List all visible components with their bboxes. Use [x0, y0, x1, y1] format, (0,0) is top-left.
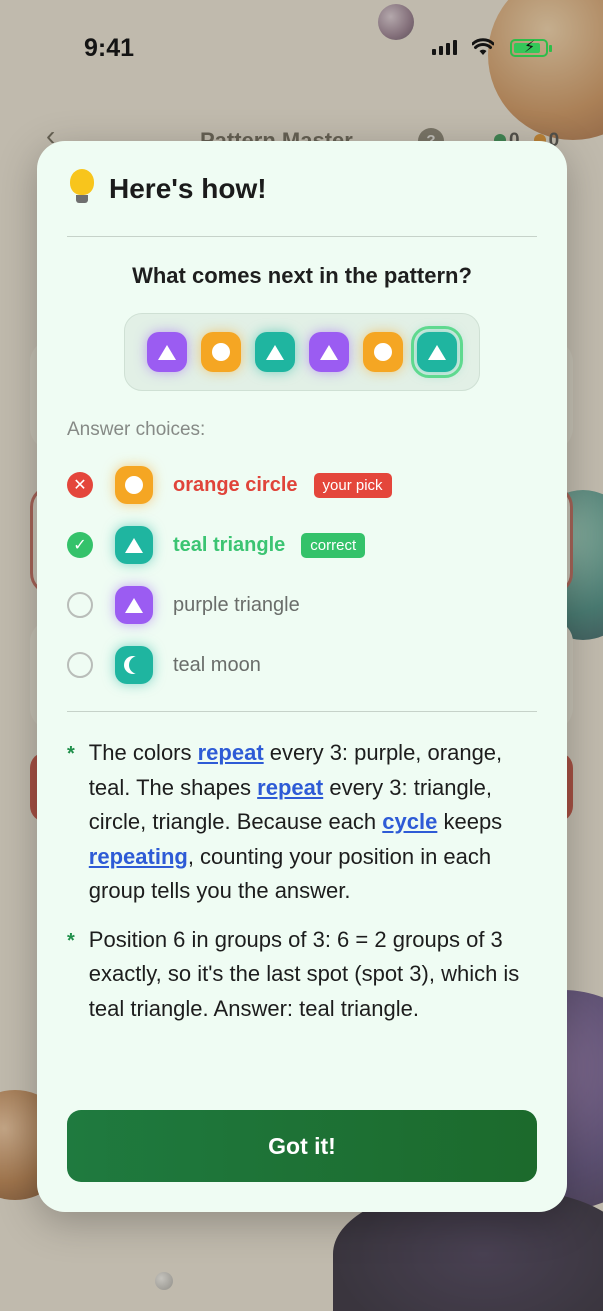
answer-tile-teal-triangle: [411, 326, 463, 378]
purple-triangle-tile: [147, 332, 187, 372]
explanation-bullet: * Position 6 in groups of 3: 6 = 2 group…: [67, 923, 537, 1027]
answer-choices-list: ✕ orange circle your pick ✓ teal triangl…: [67, 455, 537, 695]
circle-icon: [125, 476, 143, 494]
explanation: * The colors repeat every 3: purple, ora…: [67, 736, 537, 1026]
circle-icon: [374, 343, 392, 361]
lightbulb-icon: [67, 168, 97, 209]
circle-icon: [212, 343, 230, 361]
choice-purple-triangle: purple triangle: [67, 575, 537, 635]
keyword-link[interactable]: repeat: [257, 775, 323, 800]
orange-circle-tile: [363, 332, 403, 372]
explanation-text: Position 6 in groups of 3: 6 = 2 groups …: [88, 926, 520, 1021]
modal-header: Here's how!: [67, 141, 537, 237]
empty-radio-icon: [67, 652, 93, 678]
your-pick-badge: your pick: [313, 472, 392, 498]
explanation-modal: Here's how! What comes next in the patte…: [37, 141, 567, 1212]
checkmark-icon: ✓: [67, 532, 93, 558]
explanation-bullet: * The colors repeat every 3: purple, ora…: [67, 736, 537, 909]
explanation-text: The colors repeat every 3: purple, orang…: [88, 740, 503, 903]
bullet-star-icon: *: [67, 743, 75, 765]
purple-triangle-tile: [309, 332, 349, 372]
battery-icon: ⚡: [510, 39, 552, 57]
clock: 9:41: [84, 34, 135, 62]
keyword-link[interactable]: repeating: [89, 844, 188, 869]
choice-label: teal triangle: [173, 533, 286, 556]
purple-triangle-tile: [115, 586, 153, 624]
choice-teal-triangle: ✓ teal triangle correct: [67, 515, 537, 575]
got-it-button[interactable]: Got it!: [67, 1110, 537, 1182]
wrong-mark-icon: ✕: [67, 472, 93, 498]
triangle-icon: [428, 344, 446, 360]
status-bar: 9:41 ⚡: [0, 0, 603, 96]
choice-orange-circle: ✕ orange circle your pick: [67, 455, 537, 515]
empty-radio-icon: [67, 592, 93, 618]
triangle-icon: [266, 344, 284, 360]
orange-circle-tile: [201, 332, 241, 372]
teal-moon-tile: [115, 646, 153, 684]
modal-title: Here's how!: [109, 172, 267, 204]
triangle-icon: [125, 597, 143, 613]
triangle-icon: [158, 344, 176, 360]
moon-icon: [129, 656, 147, 674]
orange-circle-tile: [115, 466, 153, 504]
divider: [67, 711, 537, 712]
answer-choices-label: Answer choices:: [67, 419, 206, 440]
choice-label: teal moon: [173, 653, 261, 676]
keyword-link[interactable]: repeat: [198, 740, 264, 765]
question-text: What comes next in the pattern?: [132, 263, 472, 288]
correct-badge: correct: [301, 532, 366, 558]
wifi-icon: [471, 36, 495, 62]
pattern-sequence: [124, 313, 480, 391]
triangle-icon: [125, 537, 143, 553]
teal-triangle-tile: [255, 332, 295, 372]
choice-teal-moon: teal moon: [67, 635, 537, 695]
teal-triangle-tile: [115, 526, 153, 564]
cellular-signal-icon: [432, 40, 457, 55]
choice-label: purple triangle: [173, 593, 300, 616]
triangle-icon: [320, 344, 338, 360]
bullet-star-icon: *: [67, 929, 75, 952]
keyword-link[interactable]: cycle: [382, 809, 437, 834]
choice-label: orange circle: [173, 473, 298, 496]
